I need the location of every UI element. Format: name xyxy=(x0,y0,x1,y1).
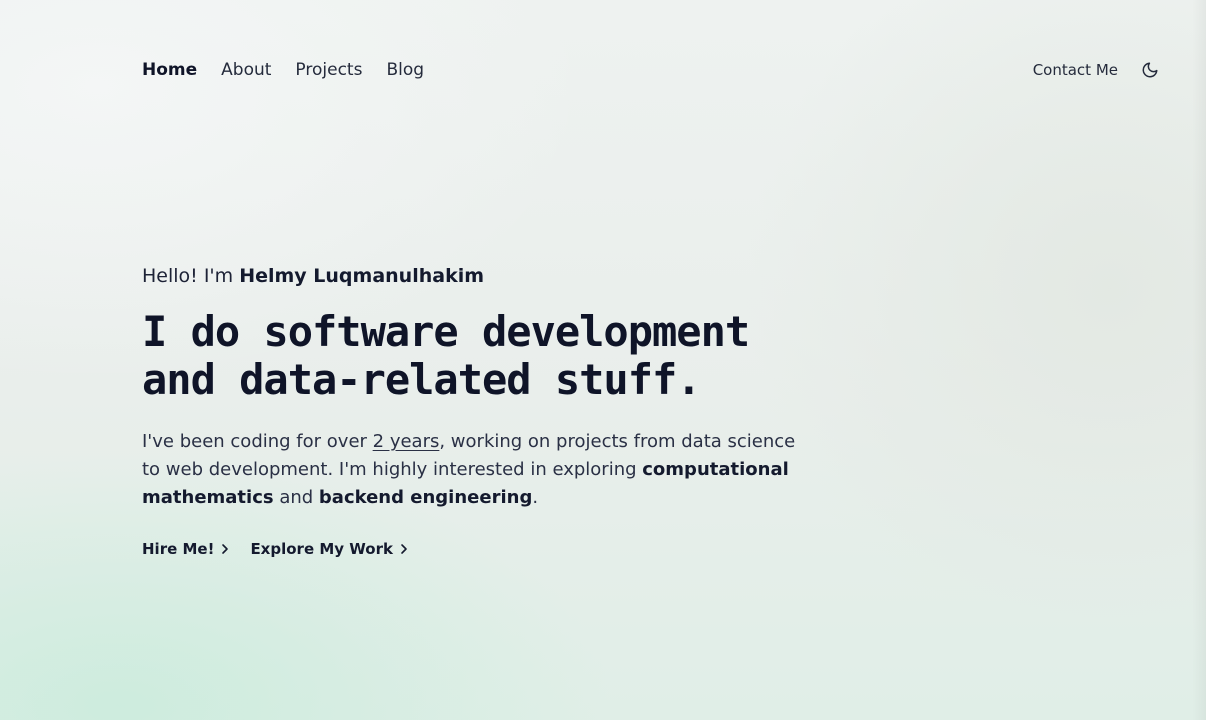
main-nav: Home About Projects Blog xyxy=(142,57,424,83)
cta-row: Hire Me! Explore My Work xyxy=(142,540,802,558)
hire-me-button[interactable]: Hire Me! xyxy=(142,540,230,558)
nav-blog-link[interactable]: Blog xyxy=(386,57,424,83)
chevron-right-icon xyxy=(220,543,230,555)
intro-text-3: and xyxy=(273,487,319,508)
nav-about-link[interactable]: About xyxy=(221,57,271,83)
headline-line-2: and data-related stuff. xyxy=(142,355,702,404)
explore-my-work-button[interactable]: Explore My Work xyxy=(250,540,409,558)
greeting-prefix: Hello! I'm xyxy=(142,265,240,287)
theme-toggle-button[interactable] xyxy=(1140,60,1160,80)
years-link[interactable]: 2 years xyxy=(373,431,440,452)
page-edge-shadow xyxy=(1192,0,1206,720)
chevron-right-icon xyxy=(399,543,409,555)
interest-backend-engineering: backend engineering xyxy=(318,487,533,508)
headline-line-1: I do software development xyxy=(142,307,750,356)
contact-me-link[interactable]: Contact Me xyxy=(1033,57,1118,83)
explore-my-work-label: Explore My Work xyxy=(250,540,393,558)
nav-actions: Contact Me xyxy=(1033,57,1160,83)
nav-home-link[interactable]: Home xyxy=(142,57,197,83)
hire-me-label: Hire Me! xyxy=(142,540,215,558)
nav-projects-link[interactable]: Projects xyxy=(295,57,362,83)
intro-text-4: . xyxy=(532,487,539,508)
greeting: Hello! I'm Helmy Luqmanulhakim xyxy=(142,262,802,290)
author-name: Helmy Luqmanulhakim xyxy=(239,265,485,287)
hero-section: Hello! I'm Helmy Luqmanulhakim I do soft… xyxy=(142,262,802,558)
moon-icon xyxy=(1142,62,1158,78)
hero-headline: I do software development and data-relat… xyxy=(142,308,802,404)
intro-text-1: I've been coding for over xyxy=(142,431,373,452)
intro-paragraph: I've been coding for over 2 years, worki… xyxy=(142,428,802,512)
